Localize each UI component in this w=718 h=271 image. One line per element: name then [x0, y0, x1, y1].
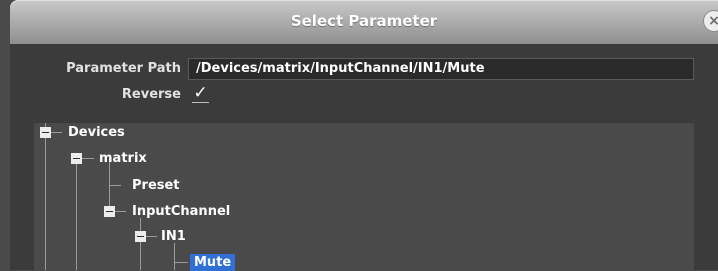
reverse-label: Reverse: [121, 87, 181, 102]
tree-connector: [174, 243, 175, 270]
tree-connector: [109, 185, 121, 186]
tree-connector: [174, 262, 188, 263]
tree-connector: [45, 123, 46, 270]
tree-node-matrix[interactable]: matrix: [99, 150, 147, 167]
tree-node-devices[interactable]: Devices: [68, 124, 125, 141]
tree-node-inputchannel[interactable]: InputChannel: [132, 203, 230, 220]
parameter-tree: Devices matrix Preset InputChannel IN1 M…: [34, 123, 694, 271]
tree-connector: [140, 218, 141, 270]
parameter-path-label: Parameter Path: [66, 61, 181, 76]
collapse-in1-icon[interactable]: [135, 231, 146, 242]
tree-connector: [114, 211, 126, 212]
window-title: Select Parameter: [290, 12, 438, 30]
tree-connector: [145, 236, 157, 237]
reverse-checkbox[interactable]: ✓: [192, 85, 209, 103]
collapse-inputchannel-icon[interactable]: [104, 206, 115, 217]
tree-node-preset[interactable]: Preset: [132, 177, 180, 194]
tree-connector: [50, 132, 62, 133]
collapse-matrix-icon[interactable]: [71, 153, 82, 164]
close-icon[interactable]: ×: [704, 11, 718, 31]
tree-connector: [82, 158, 94, 159]
tree-node-mute[interactable]: Mute: [190, 254, 236, 271]
title-bar[interactable]: Select Parameter ×: [10, 0, 718, 44]
tree-connector: [76, 158, 77, 270]
tree-node-in1[interactable]: IN1: [161, 228, 186, 245]
parameter-path-field[interactable]: /Devices/matrix/InputChannel/IN1/Mute: [188, 58, 694, 80]
collapse-devices-icon[interactable]: [40, 127, 51, 138]
